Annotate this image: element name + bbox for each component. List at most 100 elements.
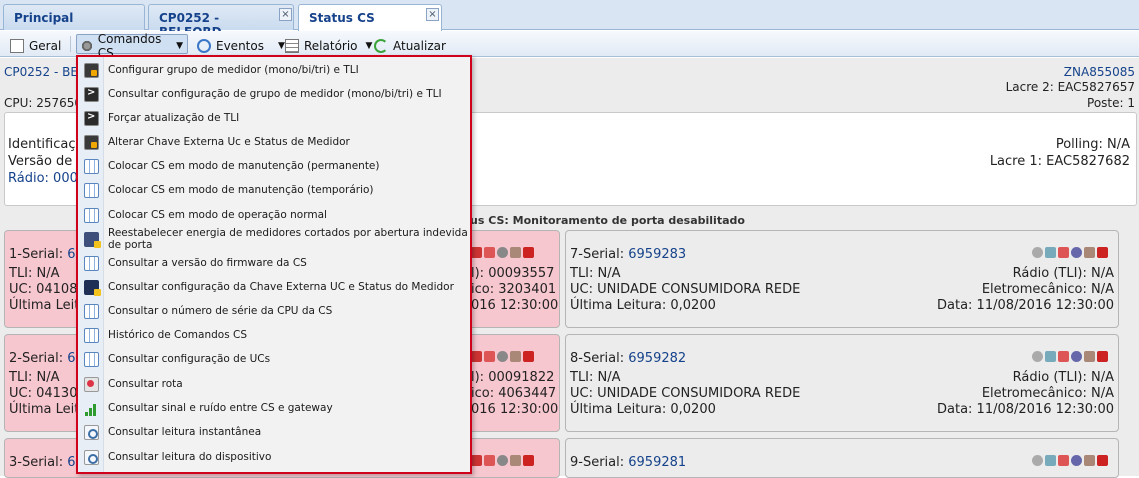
menu-item-label: Configurar grupo de medidor (mono/bi/tri…: [108, 64, 359, 76]
menu-item-label: Consultar leitura instantânea: [108, 426, 262, 438]
meter-icon: [510, 351, 521, 362]
lacre2-label: Lacre 2: EAC5827657: [1005, 80, 1135, 94]
globe-icon: [497, 247, 508, 258]
meter-card-8[interactable]: 8-Serial: 6959282 TLI: N/A UC: UNIDADE C…: [565, 334, 1119, 432]
geral-label: Geral: [29, 38, 62, 53]
menu-item-configuracao-ucs[interactable]: Consultar configuração de UCs: [78, 348, 470, 370]
report-icon: [285, 38, 299, 53]
clock-icon: [1071, 247, 1082, 258]
globe-icon: [497, 351, 508, 362]
menu-item-alterar-chave-externa[interactable]: Alterar Chave Externa Uc e Status de Med…: [78, 131, 470, 153]
serial-label: 7-Serial: 6959283: [570, 247, 687, 262]
clock-icon: [1071, 351, 1082, 362]
menu-item-configurar-grupo[interactable]: Configurar grupo de medidor (mono/bi/tri…: [78, 59, 470, 81]
meter-icon: [510, 455, 521, 466]
tli-label: TLI: N/A: [9, 266, 60, 281]
lacre1-label: Lacre 1: EAC5827682: [989, 154, 1130, 169]
polling-label: Polling: N/A: [1055, 137, 1130, 152]
atualizar-label: Atualizar: [393, 38, 446, 53]
menu-item-operacao-normal[interactable]: Colocar CS em modo de operação normal: [78, 204, 470, 226]
signal-icon: [84, 401, 99, 416]
calendar-icon: [523, 455, 534, 466]
menu-item-label: Colocar CS em modo de manutenção (perman…: [108, 160, 380, 172]
uc-label: UC: UNIDADE CONSUMIDORA REDE: [570, 386, 801, 401]
radio-label: Rádio: 000: [8, 171, 78, 186]
menu-item-reestabelecer-energia[interactable]: Reestabelecer energia de medidores corta…: [78, 227, 470, 251]
radio-tli: Rádio (TLI): N/A: [1012, 266, 1114, 281]
menu-item-label: Alterar Chave Externa Uc e Status de Med…: [108, 136, 350, 148]
leitura-tli: l): 00091822: [471, 370, 555, 385]
menu-item-sinal-ruido[interactable]: Consultar sinal e ruído entre CS e gatew…: [78, 397, 470, 419]
menu-item-consultar-config-grupo[interactable]: Consultar configuração de grupo de medid…: [78, 83, 470, 105]
tab-cp0252[interactable]: CP0252 - BELFORD... ×: [148, 4, 294, 39]
cpu-label: CPU: 257650: [4, 96, 83, 110]
eletromecanico: Eletromecânico: N/A: [981, 282, 1114, 297]
serial-label: 8-Serial: 6959282: [570, 351, 687, 366]
monitor-icon: [1045, 351, 1056, 362]
gear-icon: [81, 38, 93, 53]
menu-item-consultar-chave-externa[interactable]: Consultar configuração da Chave Externa …: [78, 276, 470, 298]
grid-icon: [84, 303, 99, 319]
calendar-icon: [523, 247, 534, 258]
menu-item-label: Consultar configuração de UCs: [108, 353, 271, 365]
status-icons: [471, 455, 534, 466]
close-icon[interactable]: ×: [279, 8, 292, 21]
data-label: Data: 11/08/2016 12:30:00: [937, 402, 1114, 417]
meter-card-9[interactable]: 9-Serial: 6959281: [565, 438, 1119, 478]
terminal-config-icon: [84, 62, 99, 78]
identificacao-label: Identificaçã: [8, 137, 84, 152]
menu-item-leitura-instantanea[interactable]: Consultar leitura instantânea: [78, 421, 470, 443]
alert-icon: [471, 455, 482, 466]
versao-label: Versão de F: [8, 154, 84, 169]
menu-item-manutencao-permanente[interactable]: Colocar CS em modo de manutenção (perman…: [78, 155, 470, 177]
chevron-down-icon: ▼: [176, 40, 183, 51]
atualizar-button[interactable]: Atualizar: [370, 34, 450, 54]
tab-label: Status CS: [309, 11, 375, 25]
tab-label: Principal: [14, 11, 74, 25]
menu-item-manutencao-temporario[interactable]: Colocar CS em modo de manutenção (tempor…: [78, 179, 470, 201]
menu-item-versao-firmware[interactable]: Consultar a versão do firmware da CS: [78, 252, 470, 274]
zna-label: ZNA855085: [1063, 65, 1135, 79]
calendar-icon: [1097, 351, 1108, 362]
relatorio-button[interactable]: Relatório ▼: [281, 34, 376, 54]
menu-item-label: Consultar rota: [108, 378, 183, 390]
grid-icon: [84, 158, 99, 174]
data-label: 016 12:30:00: [471, 402, 559, 417]
menu-item-forcar-atualizacao-tli[interactable]: Forçar atualização de TLI: [78, 107, 470, 129]
eletromecanico: ico: 3203401: [471, 282, 557, 297]
tab-principal[interactable]: Principal: [3, 4, 145, 30]
menu-item-label: Forçar atualização de TLI: [108, 112, 240, 124]
tab-status-cs[interactable]: Status CS ×: [298, 4, 442, 31]
eventos-label: Eventos: [216, 38, 264, 53]
comandos-cs-button[interactable]: Comandos CS ▼: [76, 32, 188, 60]
uc-label: UC: UNIDADE CONSUMIDORA REDE: [570, 282, 801, 297]
menu-item-label: Consultar o número de série da CPU da CS: [108, 305, 333, 317]
leitura-tli: l): 00093557: [471, 266, 555, 281]
terminal-icon: [84, 110, 99, 126]
eventos-button[interactable]: Eventos ▼: [193, 34, 289, 54]
meter-card-7[interactable]: 7-Serial: 6959283 TLI: N/A UC: UNIDADE C…: [565, 230, 1119, 328]
grid-icon: [84, 182, 99, 198]
magnifier-icon: [84, 449, 99, 465]
home-icon: [484, 247, 495, 258]
menu-item-consultar-rota[interactable]: Consultar rota: [78, 373, 470, 395]
menu-item-label: Colocar CS em modo de manutenção (tempor…: [108, 184, 374, 196]
geral-button[interactable]: Geral: [6, 34, 65, 54]
menu-item-numero-serie-cpu[interactable]: Consultar o número de série da CPU da CS: [78, 300, 470, 322]
uc-label: UC: 04108: [9, 282, 78, 297]
tab-bar: Principal CP0252 - BELFORD... × Status C…: [0, 0, 1139, 39]
grid-icon: [84, 327, 99, 343]
document-icon: [10, 38, 24, 53]
grid-icon: [84, 351, 99, 367]
radio-tli: Rádio (TLI): N/A: [1012, 370, 1114, 385]
terminal-icon: [84, 86, 99, 102]
relatorio-label: Relatório: [304, 38, 358, 53]
close-icon[interactable]: ×: [426, 8, 439, 21]
terminal-config-icon: [84, 134, 99, 150]
menu-item-label: Consultar sinal e ruído entre CS e gatew…: [108, 402, 333, 414]
tli-label: TLI: N/A: [9, 370, 60, 385]
menu-item-historico-comandos[interactable]: Histórico de Comandos CS: [78, 324, 470, 346]
bulb-icon: [1032, 455, 1043, 466]
meter-icon: [1084, 455, 1095, 466]
menu-item-leitura-dispositivo[interactable]: Consultar leitura do dispositivo: [78, 446, 470, 468]
